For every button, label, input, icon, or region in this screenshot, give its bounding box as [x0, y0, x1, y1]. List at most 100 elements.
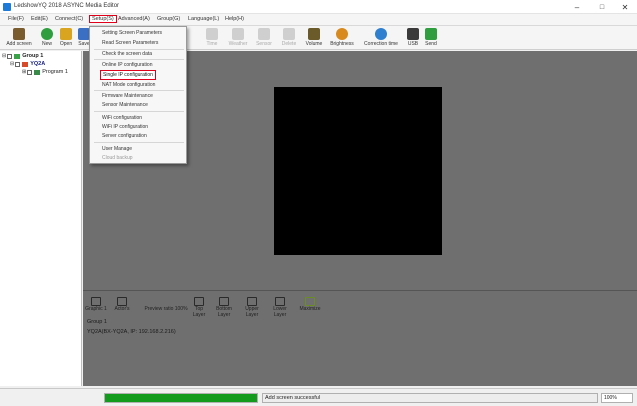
menu-server-configuration[interactable]: Server configuration — [102, 133, 147, 139]
bottom-layer-icon — [219, 297, 229, 306]
menu-user-manage[interactable]: User Manage — [102, 146, 132, 152]
menu-help[interactable]: Help(H) — [225, 16, 244, 22]
menu-edit[interactable]: Edit(E) — [31, 16, 48, 22]
group-label: Group 1 — [22, 53, 44, 59]
led-screen-preview[interactable] — [274, 87, 442, 255]
progress-fill — [105, 394, 257, 402]
menu-wifi-ip-configuration[interactable]: WiFi IP configuration — [102, 124, 148, 130]
menu-single-ip-configuration[interactable]: Single IP configuration — [100, 70, 156, 80]
brightness-button[interactable]: Brightness — [327, 27, 357, 49]
maximize-icon — [305, 297, 315, 306]
usb-label: USB — [407, 41, 419, 47]
new-icon — [41, 28, 53, 40]
new-label: New — [41, 41, 52, 47]
app-icon — [3, 3, 11, 11]
top-layer-button[interactable]: Top Layer — [189, 297, 209, 318]
preview-ratio-button[interactable]: Preview ratio 100% — [141, 297, 191, 312]
graphic-label: Graphic 1 — [85, 306, 107, 312]
setup-dropdown-menu: Setting Screen Parameters Read Screen Pa… — [89, 26, 187, 164]
usb-icon — [407, 28, 419, 40]
correction-time-button[interactable]: Correction time — [359, 27, 403, 49]
maximize-element-button[interactable]: Maximize — [297, 297, 323, 312]
menu-sensor-maintenance[interactable]: Sensor Maintenance — [102, 102, 148, 108]
menu-read-screen-parameters[interactable]: Read Screen Parameters — [102, 40, 158, 46]
menu-connect[interactable]: Connect(C) — [55, 16, 83, 22]
title-bar: LedshowYQ 2018 ASYNC Media Editor – □ ✕ — [0, 0, 637, 14]
volume-button[interactable]: Volume — [303, 27, 325, 49]
window-title: LedshowYQ 2018 ASYNC Media Editor — [14, 3, 120, 9]
weather-label: Weather — [228, 41, 248, 47]
lower-layer-label: Lower Layer — [273, 306, 287, 318]
brightness-label: Brightness — [330, 41, 354, 47]
menu-file[interactable]: File(F) — [8, 16, 24, 22]
expand-icon[interactable]: ⊞ — [22, 69, 26, 75]
close-button[interactable]: ✕ — [613, 0, 637, 14]
lower-layer-icon — [275, 297, 285, 306]
weather-button[interactable]: Weather — [226, 27, 250, 49]
correction-time-label: Correction time — [364, 41, 398, 47]
menu-setup[interactable]: Setup(S) — [89, 15, 117, 23]
bottom-toolbar: Graphic 1 Actor's Preview ratio 100% Top… — [83, 297, 637, 321]
upper-layer-label: Upper Layer — [245, 306, 259, 318]
tree-program[interactable]: ⊞ Program 1 — [22, 69, 68, 75]
graphic-icon — [91, 297, 101, 306]
program-checkbox[interactable] — [27, 69, 33, 75]
send-button[interactable]: Send — [423, 27, 439, 49]
expand-icon[interactable]: ⊟ — [2, 53, 6, 59]
menu-cloud-backup: Cloud backup — [102, 155, 133, 161]
folder-icon — [60, 28, 72, 40]
maximize-button[interactable]: □ — [590, 0, 614, 14]
bottom-panel: Graphic 1 Actor's Preview ratio 100% Top… — [83, 290, 637, 386]
lower-layer-button[interactable]: Lower Layer — [269, 297, 291, 318]
usb-button[interactable]: USB — [406, 27, 420, 49]
bulb-icon — [336, 28, 348, 40]
upper-layer-button[interactable]: Upper Layer — [241, 297, 263, 318]
tree-group[interactable]: ⊟ Group 1 — [2, 53, 43, 59]
menu-setting-screen-parameters[interactable]: Setting Screen Parameters — [102, 30, 162, 36]
menu-check-screen-data[interactable]: Check the screen data — [102, 51, 152, 57]
delete-icon — [283, 28, 295, 40]
open-button[interactable]: Open — [57, 27, 75, 49]
minimize-button[interactable]: – — [565, 0, 589, 14]
menu-separator — [94, 59, 184, 60]
menu-nat-mode-configuration[interactable]: NAT Mode configuration — [102, 82, 155, 88]
screen-checkbox[interactable] — [15, 61, 21, 67]
screen-icon — [22, 61, 29, 67]
graphic-button[interactable]: Graphic 1 — [85, 297, 107, 312]
group-icon — [14, 53, 21, 59]
menu-language[interactable]: Language(L) — [188, 16, 219, 22]
sensor-icon — [258, 28, 270, 40]
actors-button[interactable]: Actor's — [111, 297, 133, 312]
preview-ratio-label: Preview ratio 100% — [144, 306, 188, 312]
save-label: Save — [78, 41, 90, 47]
info-screen: YQ2A(BX-YQ2A, IP: 192.168.2.216) — [87, 329, 176, 335]
tree-screen[interactable]: ⊟ YQ2A — [10, 61, 45, 67]
menu-advanced[interactable]: Advanced(A) — [118, 16, 150, 22]
top-layer-label: Top Layer — [192, 306, 206, 318]
add-screen-button[interactable]: Add screen — [4, 27, 34, 49]
menu-wifi-configuration[interactable]: WiFi configuration — [102, 115, 142, 121]
group-checkbox[interactable] — [7, 53, 13, 59]
time-button[interactable]: Time — [203, 27, 221, 49]
bottom-layer-button[interactable]: Bottom Layer — [211, 297, 237, 318]
wand-icon — [13, 28, 25, 40]
menu-firmware-maintenance[interactable]: Firmware Maintenance — [102, 93, 153, 99]
progress-bar — [104, 393, 258, 403]
menu-group[interactable]: Group(G) — [157, 16, 180, 22]
expand-icon[interactable]: ⊟ — [10, 61, 14, 67]
menu-separator — [94, 49, 184, 50]
info-group: Group 1 — [87, 319, 107, 325]
music-icon — [308, 28, 320, 40]
new-button[interactable]: New — [38, 27, 56, 49]
menu-online-ip-configuration[interactable]: Online IP configuration — [102, 62, 153, 68]
menu-separator — [94, 142, 184, 143]
add-screen-label: Add screen — [6, 41, 32, 47]
actors-icon — [117, 297, 127, 306]
delete-button[interactable]: Delete — [279, 27, 299, 49]
sensor-label: Sensor — [256, 41, 272, 47]
weather-icon — [232, 28, 244, 40]
volume-label: Volume — [305, 41, 323, 47]
actors-label: Actor's — [114, 306, 130, 312]
sensor-button[interactable]: Sensor — [254, 27, 274, 49]
program-icon — [34, 69, 41, 75]
